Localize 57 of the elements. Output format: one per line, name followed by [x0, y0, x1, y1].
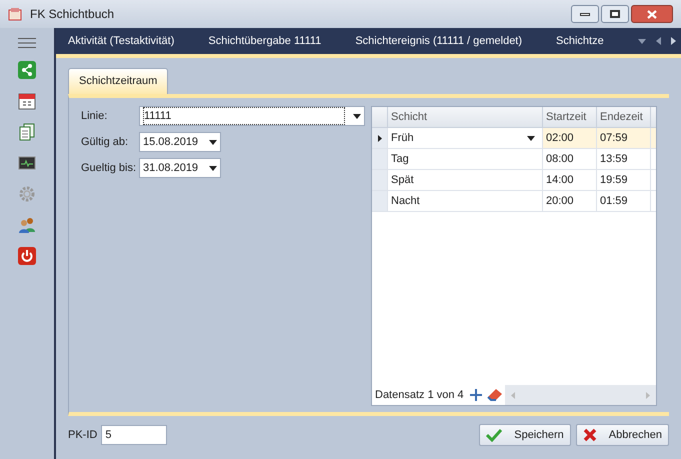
cross-icon [582, 428, 597, 442]
navigation-tab[interactable]: Aktivität (Testaktivität) [68, 32, 174, 50]
table-cell: 08:00 [543, 149, 597, 169]
column-header[interactable]: Endezeit [597, 107, 651, 127]
field-label: Gültig ab: [81, 134, 130, 150]
calendar-icon[interactable] [18, 92, 36, 110]
table-row[interactable]: Früh 02:00 07:59 [372, 128, 656, 149]
row-indicator-icon [378, 134, 382, 142]
table-row[interactable]: Tag 08:00 13:59 [372, 149, 656, 170]
table-cell: Früh [388, 128, 543, 148]
table-cell: 19:59 [597, 170, 651, 190]
monitor-icon[interactable] [18, 154, 36, 172]
close-icon [647, 10, 657, 18]
share-icon[interactable] [18, 61, 36, 79]
input-field[interactable]: 5 [101, 425, 168, 445]
scroll-right-icon[interactable] [670, 37, 676, 45]
table-row[interactable]: Spät 14:00 19:59 [372, 170, 656, 191]
cancel-button[interactable]: Abbrechen [576, 424, 669, 446]
navigation-tab[interactable]: Schichtze [556, 32, 604, 50]
tab[interactable]: Schichtzeitraum [68, 68, 168, 94]
scroll-left-icon[interactable] [656, 37, 661, 45]
table-cell: 01:59 [597, 191, 651, 211]
dropdown-field[interactable]: 11111 [139, 106, 365, 126]
table-cell: 02:00 [543, 128, 597, 148]
save-button[interactable]: Speichern [479, 424, 571, 446]
date-field[interactable]: 31.08.2019 [139, 158, 221, 178]
field-label: Linie: [81, 108, 108, 124]
field-label: PK-ID [68, 428, 98, 443]
table-cell: 14:00 [543, 170, 597, 190]
maximize-button[interactable] [601, 5, 629, 23]
users-icon[interactable] [18, 216, 36, 234]
checkmark-icon [486, 428, 502, 442]
power-icon[interactable] [18, 247, 36, 265]
window-title: FK Schichtbuch [30, 6, 116, 23]
navigation-tab[interactable]: Schichtübergabe 11111 [208, 32, 322, 50]
dropdown-caret-icon[interactable] [209, 140, 217, 144]
add-icon[interactable] [468, 388, 483, 402]
documents-icon[interactable] [18, 123, 36, 141]
table-cell: Tag [388, 149, 543, 169]
column-header[interactable]: Startzeit [543, 107, 597, 127]
table-row[interactable]: Nacht 20:00 01:59 [372, 191, 656, 212]
field-label: Gueltig bis: [81, 160, 138, 176]
table-cell: 07:59 [597, 128, 651, 148]
record-counter: Datensatz 1 von 4 [374, 388, 465, 403]
date-field[interactable]: 15.08.2019 [139, 132, 221, 152]
minimize-button[interactable] [571, 5, 599, 23]
dropdown-caret-icon[interactable] [209, 166, 217, 170]
dropdown-caret-icon[interactable] [353, 114, 361, 118]
table-cell: 13:59 [597, 149, 651, 169]
navigation-tab[interactable]: Schichtereignis (11111 / gemeldet) [355, 32, 522, 50]
close-button[interactable] [631, 5, 673, 23]
column-header[interactable]: Schicht [388, 107, 543, 127]
eraser-icon[interactable] [486, 388, 503, 402]
dropdown-caret-icon[interactable] [527, 136, 535, 140]
app-icon [8, 7, 22, 21]
table-cell: 20:00 [543, 191, 597, 211]
menu-icon[interactable] [18, 38, 36, 48]
